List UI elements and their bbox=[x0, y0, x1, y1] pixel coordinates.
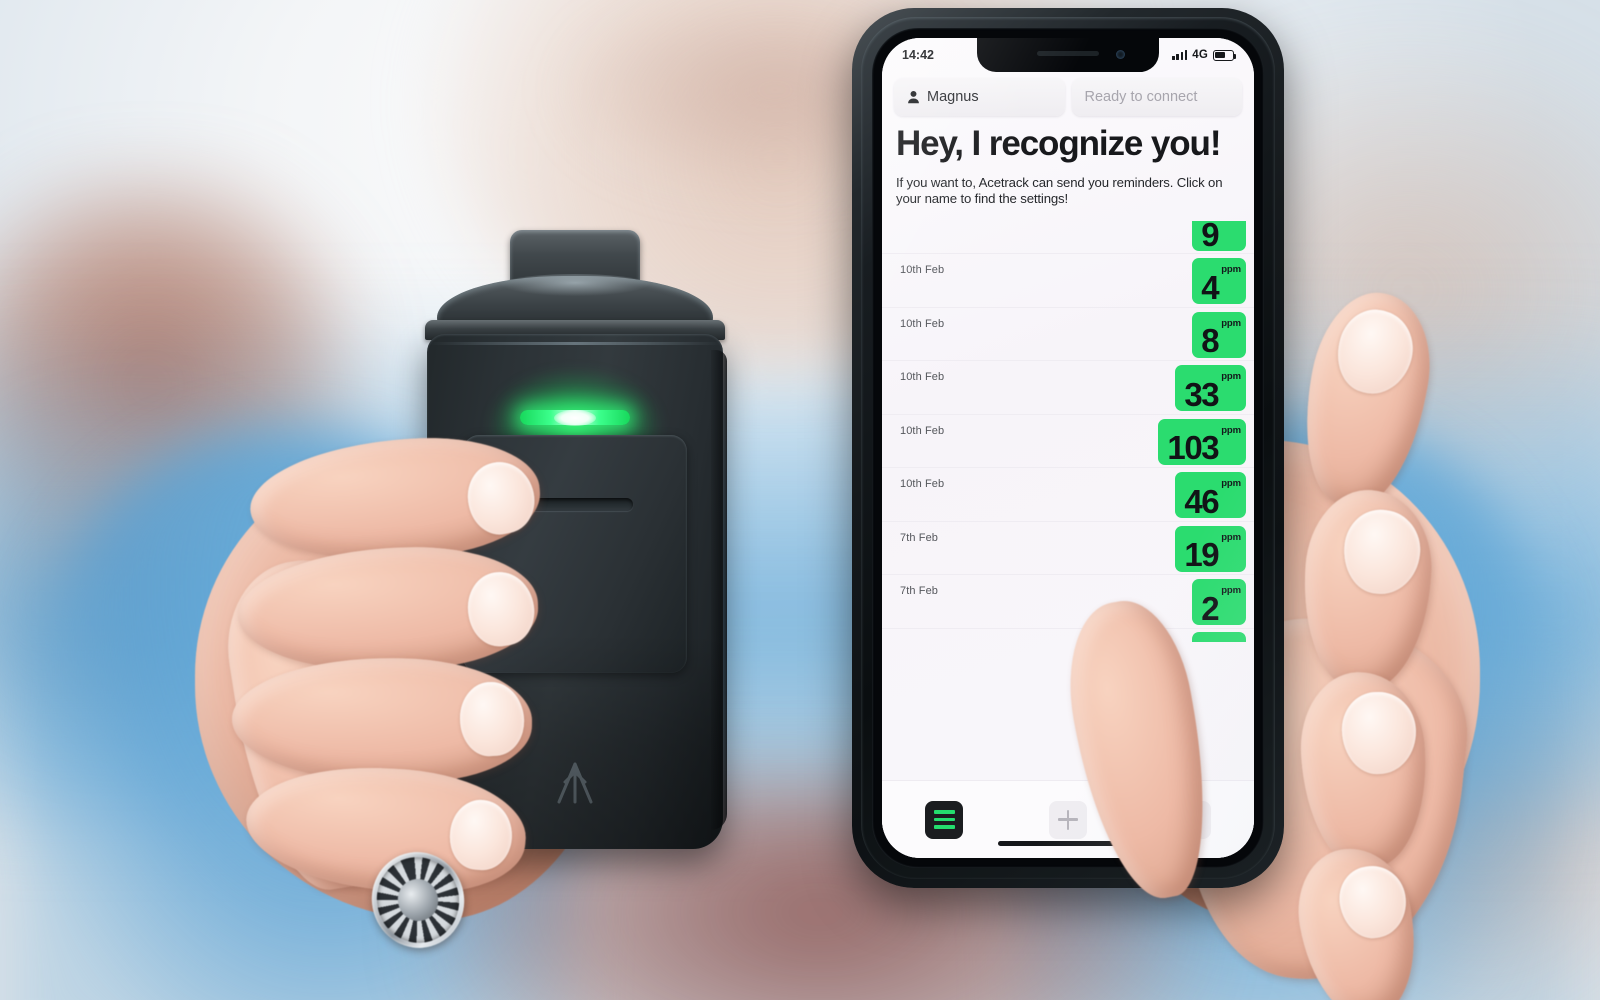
reading-date: 10th Feb bbox=[900, 371, 945, 384]
earpiece-speaker-icon bbox=[1037, 51, 1099, 56]
connection-status-label: Ready to connect bbox=[1084, 89, 1198, 105]
signal-bars-icon bbox=[1172, 50, 1188, 60]
status-bar-indicators: 4G bbox=[1172, 49, 1237, 61]
reading-row[interactable]: 9ppm bbox=[882, 221, 1254, 253]
list-lines-icon[interactable] bbox=[925, 800, 963, 839]
reading-date: 10th Feb bbox=[900, 478, 945, 491]
reading-row[interactable]: 10th Feb 4 ppm bbox=[882, 253, 1254, 307]
reading-unit: ppm bbox=[1221, 264, 1241, 276]
reading-date: 7th Feb bbox=[900, 585, 939, 598]
reading-date: 7th Feb bbox=[900, 531, 939, 544]
phone-notch bbox=[977, 38, 1159, 72]
connection-status-chip[interactable]: Ready to connect bbox=[1071, 78, 1242, 116]
battery-icon bbox=[1213, 49, 1237, 61]
reading-value-badge: 9ppm bbox=[1192, 221, 1246, 253]
front-camera-icon bbox=[1116, 50, 1125, 59]
reading-value-badge: 4 ppm bbox=[1192, 258, 1246, 306]
tab-history[interactable] bbox=[882, 800, 1006, 839]
user-chip-label: Magnus bbox=[927, 89, 979, 105]
user-chip-magnus[interactable]: Magnus bbox=[894, 78, 1065, 116]
plus-icon[interactable] bbox=[1049, 800, 1087, 839]
reading-date: 10th Feb bbox=[900, 264, 945, 277]
reading-value: 9 bbox=[1201, 221, 1219, 253]
photo-scene: 14:42 4G Magnus Ready to connect Hey, I … bbox=[0, 0, 1600, 1000]
status-bar-time: 14:42 bbox=[902, 48, 934, 62]
hero-title: Hey, I recognize you! bbox=[896, 124, 1221, 163]
left-hand-fingers-front bbox=[150, 400, 750, 1000]
reading-unit: ppm bbox=[1221, 221, 1241, 222]
hero-section: Hey, I recognize you! If you want to, Ac… bbox=[882, 121, 1254, 207]
reading-date: 10th Feb bbox=[900, 317, 945, 330]
hero-body: If you want to, Acetrack can send you re… bbox=[896, 175, 1223, 207]
person-icon bbox=[907, 90, 920, 104]
right-hand-fingers-front bbox=[1054, 282, 1580, 1000]
reading-value: 4 bbox=[1201, 268, 1219, 306]
device-seam bbox=[429, 342, 721, 345]
network-type-label: 4G bbox=[1192, 49, 1208, 61]
reading-date: 10th Feb bbox=[900, 424, 945, 437]
header-chips: Magnus Ready to connect bbox=[882, 72, 1254, 121]
